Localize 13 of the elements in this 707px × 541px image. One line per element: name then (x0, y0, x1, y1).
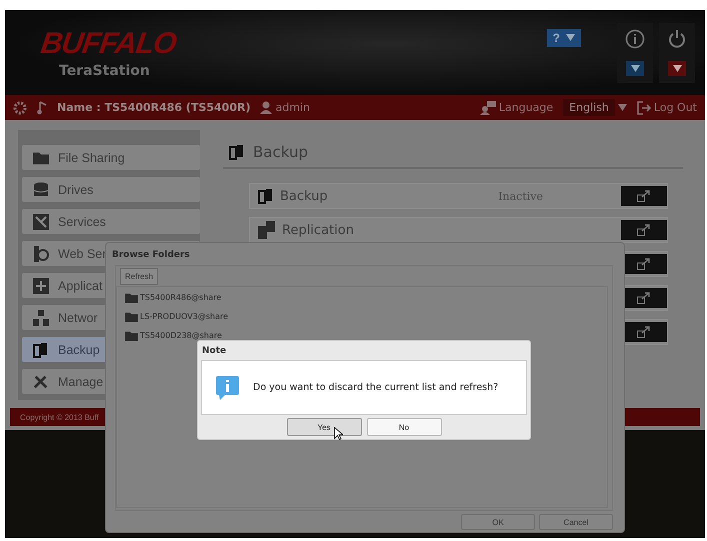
page-title: Backup (253, 143, 308, 161)
language-label: Language (498, 101, 554, 114)
logo: BUFFALO (38, 26, 178, 60)
device-name: Name : TS5400R486 (TS5400R) (57, 101, 250, 114)
dialog-title: Browse Folders (111, 249, 191, 262)
product-name: TeraStation (59, 62, 150, 78)
user-name: admin (275, 101, 310, 114)
dialog-title: Note (201, 345, 228, 358)
row-title: Replication (282, 222, 354, 238)
row-title: Backup (280, 188, 328, 204)
status-text: Inactive (498, 190, 543, 202)
copyright-text: Copyright © 2013 Buff (20, 412, 99, 422)
message-text: Do you want to discard the current list and refresh? (253, 382, 498, 393)
